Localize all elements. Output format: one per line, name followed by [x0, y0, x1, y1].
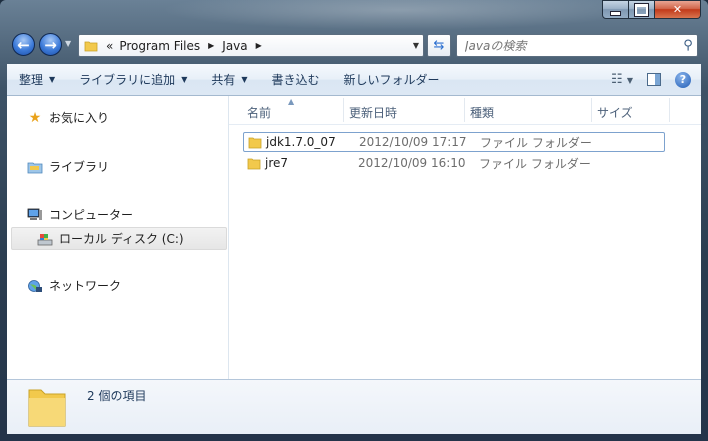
file-type: ファイル フォルダー: [480, 135, 592, 150]
file-list: ▲ 名前 更新日時 種類 サイズ jdk1.7.0_07 2012/10/09 …: [229, 96, 701, 379]
file-modified: 2012/10/09 16:10: [358, 156, 466, 170]
column-divider[interactable]: [591, 98, 592, 122]
nav-item-favorites[interactable]: ★ お気に入り: [27, 109, 109, 126]
column-header-type[interactable]: 種類: [470, 104, 494, 121]
dropdown-arrow-icon: ▼: [241, 75, 248, 84]
address-bar[interactable]: « Program Files ▶ Java ▶ ▼: [78, 34, 424, 57]
navigation-pane: ★ お気に入り ライブラリ コンピューター ローカル ディスク (C:) ネット…: [7, 96, 229, 379]
arrow-right-icon: →: [44, 35, 57, 54]
nav-item-libraries[interactable]: ライブラリ: [27, 158, 109, 175]
burn-button[interactable]: 書き込む: [260, 71, 332, 88]
chevron-right-icon[interactable]: ▶: [252, 41, 266, 50]
view-options-button[interactable]: ☷ ▼: [611, 72, 633, 87]
column-divider[interactable]: [464, 98, 465, 122]
breadcrumb-overflow[interactable]: «: [98, 39, 115, 53]
star-icon: ★: [28, 109, 42, 126]
maximize-button[interactable]: [629, 0, 655, 19]
folder-icon: [84, 39, 98, 53]
file-name: jdk1.7.0_07: [266, 135, 336, 149]
forward-button[interactable]: →: [39, 33, 62, 56]
column-header-modified[interactable]: 更新日時: [349, 104, 397, 121]
network-label: ネットワーク: [49, 279, 122, 293]
search-input[interactable]: [463, 37, 679, 54]
organize-label: 整理: [19, 73, 44, 87]
dropdown-arrow-icon: ▼: [181, 75, 188, 84]
preview-pane-button[interactable]: [647, 73, 661, 86]
breadcrumb-java[interactable]: Java: [218, 39, 251, 53]
add-to-library-menu[interactable]: ライブラリに追加 ▼: [67, 71, 199, 88]
details-pane: 2 個の項目: [7, 379, 701, 434]
library-icon: [27, 159, 43, 175]
search-icon[interactable]: ⚲: [679, 38, 697, 53]
file-row[interactable]: jdk1.7.0_07 2012/10/09 17:17 ファイル フォルダー: [243, 132, 665, 152]
file-type: ファイル フォルダー: [479, 156, 591, 171]
arrow-left-icon: ←: [17, 35, 30, 54]
file-row[interactable]: jre7 2012/10/09 16:10 ファイル フォルダー: [243, 153, 665, 173]
chevron-down-icon[interactable]: ▼: [409, 41, 423, 50]
column-divider[interactable]: [669, 98, 670, 122]
share-menu[interactable]: 共有 ▼: [199, 71, 259, 88]
sort-ascending-icon: ▲: [288, 97, 295, 106]
item-count: 2 個の項目: [87, 389, 147, 403]
nav-item-local-disk[interactable]: ローカル ディスク (C:): [11, 227, 227, 250]
dropdown-arrow-icon: ▼: [49, 75, 56, 84]
libraries-label: ライブラリ: [49, 160, 110, 174]
list-view-icon: ☷: [611, 72, 623, 87]
back-button[interactable]: ←: [12, 33, 35, 56]
navigation-bar: ← → ▼ « Program Files ▶ Java ▶ ▼ ⇆ ⚲: [0, 31, 708, 61]
nav-item-computer[interactable]: コンピューター: [27, 206, 133, 223]
chevron-right-icon[interactable]: ▶: [204, 41, 218, 50]
folder-icon: [248, 136, 266, 149]
file-name: jre7: [265, 156, 289, 170]
folder-icon: [247, 157, 265, 170]
share-label: 共有: [211, 73, 236, 87]
burn-label: 書き込む: [271, 73, 320, 87]
client-area: ★ お気に入り ライブラリ コンピューター ローカル ディスク (C:) ネット…: [7, 96, 701, 379]
maximize-icon: [635, 3, 648, 16]
network-icon: [27, 278, 43, 294]
caption-buttons: ✕: [602, 0, 701, 19]
column-divider[interactable]: [343, 98, 344, 122]
refresh-icon: ⇆: [433, 38, 445, 53]
close-icon: ✕: [672, 3, 683, 16]
column-header-size[interactable]: サイズ: [597, 104, 633, 121]
column-header-row: ▲ 名前 更新日時 種類 サイズ: [229, 96, 701, 125]
column-header-name[interactable]: 名前: [247, 104, 271, 121]
recent-pages-dropdown[interactable]: ▼: [65, 39, 71, 48]
organize-menu[interactable]: 整理 ▼: [7, 71, 67, 88]
nav-item-network[interactable]: ネットワーク: [27, 277, 121, 294]
help-button[interactable]: ?: [675, 71, 691, 88]
breadcrumb-program-files[interactable]: Program Files: [115, 39, 204, 53]
favorites-label: お気に入り: [49, 111, 110, 125]
minimize-button[interactable]: [602, 0, 629, 19]
refresh-button[interactable]: ⇆: [427, 34, 451, 57]
dropdown-arrow-icon: ▼: [626, 76, 633, 85]
folder-icon: [25, 384, 69, 433]
new-folder-button[interactable]: 新しいフォルダー: [332, 71, 452, 88]
minimize-icon: [610, 11, 621, 16]
command-bar: 整理 ▼ ライブラリに追加 ▼ 共有 ▼ 書き込む 新しいフォルダー ☷ ▼ ?: [7, 64, 701, 96]
help-icon: ?: [679, 73, 687, 86]
drive-icon: [37, 231, 53, 247]
file-modified: 2012/10/09 17:17: [359, 135, 467, 149]
close-button[interactable]: ✕: [655, 0, 701, 19]
local-disk-label: ローカル ディスク (C:): [59, 232, 184, 246]
search-box[interactable]: ⚲: [456, 34, 698, 57]
computer-label: コンピューター: [49, 208, 134, 222]
new-folder-label: 新しいフォルダー: [343, 73, 440, 87]
add-to-library-label: ライブラリに追加: [79, 73, 176, 87]
computer-icon: [27, 207, 43, 223]
